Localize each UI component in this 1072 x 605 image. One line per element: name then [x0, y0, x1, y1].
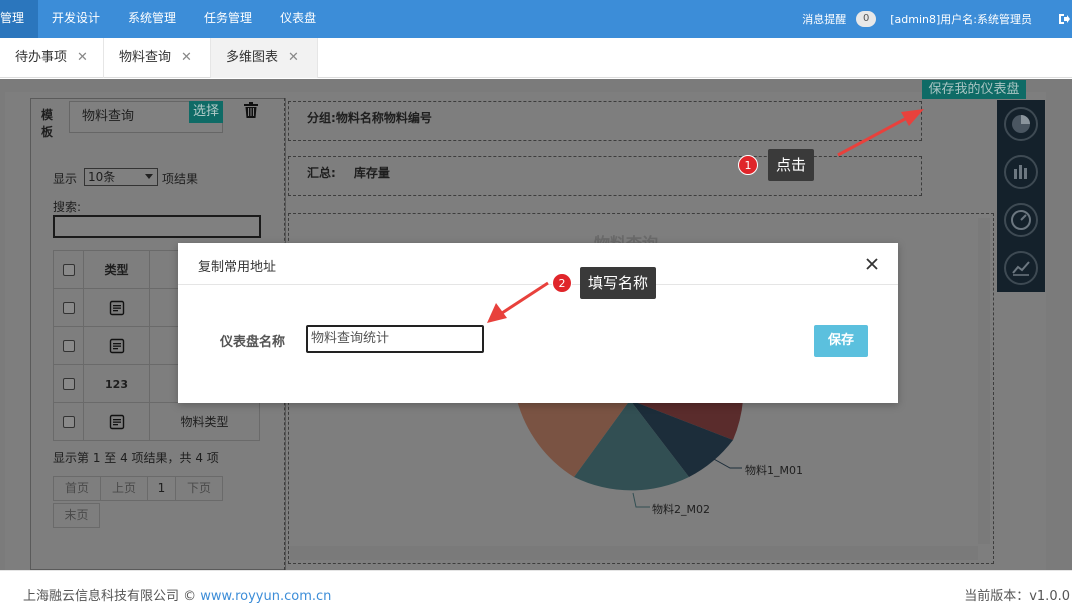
annotation-arrows [487, 109, 924, 323]
callout-click: 点击 [768, 149, 815, 181]
callout-fill-name: 填写名称 [580, 267, 657, 299]
footer: 上海融云信息科技有限公司 © www.royyun.com.cn 当前版本：v1… [0, 570, 1072, 605]
arrow-to-name-input [487, 281, 549, 323]
company-link[interactable]: www.royyun.com.cn [200, 589, 331, 604]
footer-company: 上海融云信息科技有限公司 © www.royyun.com.cn [23, 585, 331, 604]
version-info: 当前版本：v1.0.0 [964, 589, 1070, 604]
step-badge-1: 1 [738, 155, 758, 175]
arrow-to-save-dashboard [837, 109, 924, 157]
step-badge-2: 2 [552, 273, 572, 293]
company-name: 上海融云信息科技有限公司 © [23, 589, 201, 604]
